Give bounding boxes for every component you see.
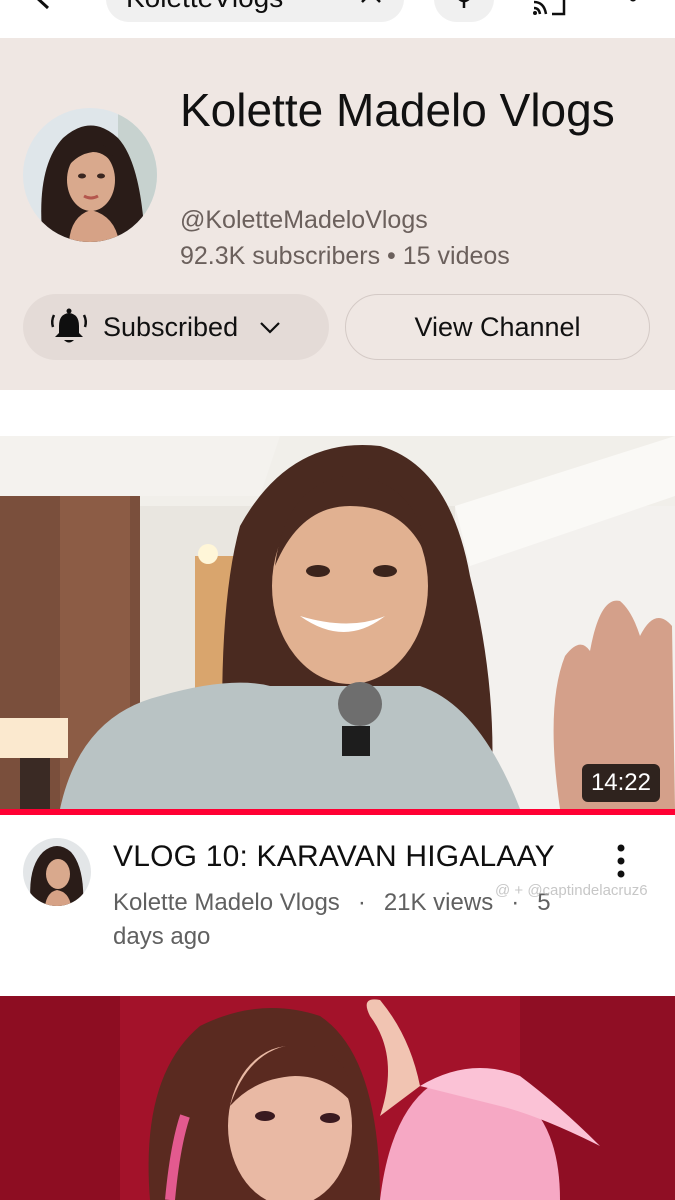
microphone-icon	[458, 0, 470, 8]
chevron-down-icon	[260, 322, 280, 334]
subscribed-button[interactable]: Subscribed	[23, 294, 329, 360]
channel-stats: 92.3K subscribers • 15 videos	[180, 242, 510, 271]
meta-separator: ·	[357, 889, 366, 916]
watch-progress-bar	[0, 809, 675, 815]
more-vert-icon[interactable]	[610, 843, 632, 879]
video-title[interactable]: VLOG 10: KARAVAN HIGALAAY	[113, 840, 555, 874]
more-vert-icon[interactable]	[626, 0, 640, 14]
channel-header: Kolette Madelo Vlogs @KoletteMadeloVlogs…	[0, 38, 675, 390]
top-app-bar: KoletteVlogs	[0, 0, 675, 38]
voice-search-button[interactable]	[434, 0, 494, 22]
video-duration: 14:22	[581, 764, 660, 802]
video-channel-avatar[interactable]	[23, 838, 91, 906]
video-count: 15 videos	[402, 242, 510, 270]
channel-handle: @KoletteMadeloVlogs	[180, 206, 428, 234]
bell-icon	[50, 308, 88, 343]
video-views: 21K views	[383, 889, 494, 916]
channel-name: Kolette Madelo Vlogs	[180, 84, 615, 136]
channel-avatar[interactable]	[23, 108, 157, 242]
video-thumbnail[interactable]	[0, 996, 675, 1200]
stats-separator: •	[380, 242, 403, 270]
video-channel-name: Kolette Madelo Vlogs	[113, 889, 340, 916]
clear-icon[interactable]	[358, 0, 384, 6]
video-thumbnail[interactable]	[0, 436, 675, 809]
subscribed-label: Subscribed	[103, 311, 239, 342]
search-box[interactable]: KoletteVlogs	[106, 0, 404, 22]
view-channel-button[interactable]: View Channel	[345, 294, 650, 360]
search-query[interactable]: KoletteVlogs	[126, 0, 283, 14]
back-arrow-icon[interactable]	[28, 0, 58, 12]
cast-icon[interactable]	[532, 0, 566, 16]
watermark: @ + @captindelacruz6	[495, 882, 648, 899]
subscriber-count: 92.3K subscribers	[180, 242, 381, 270]
